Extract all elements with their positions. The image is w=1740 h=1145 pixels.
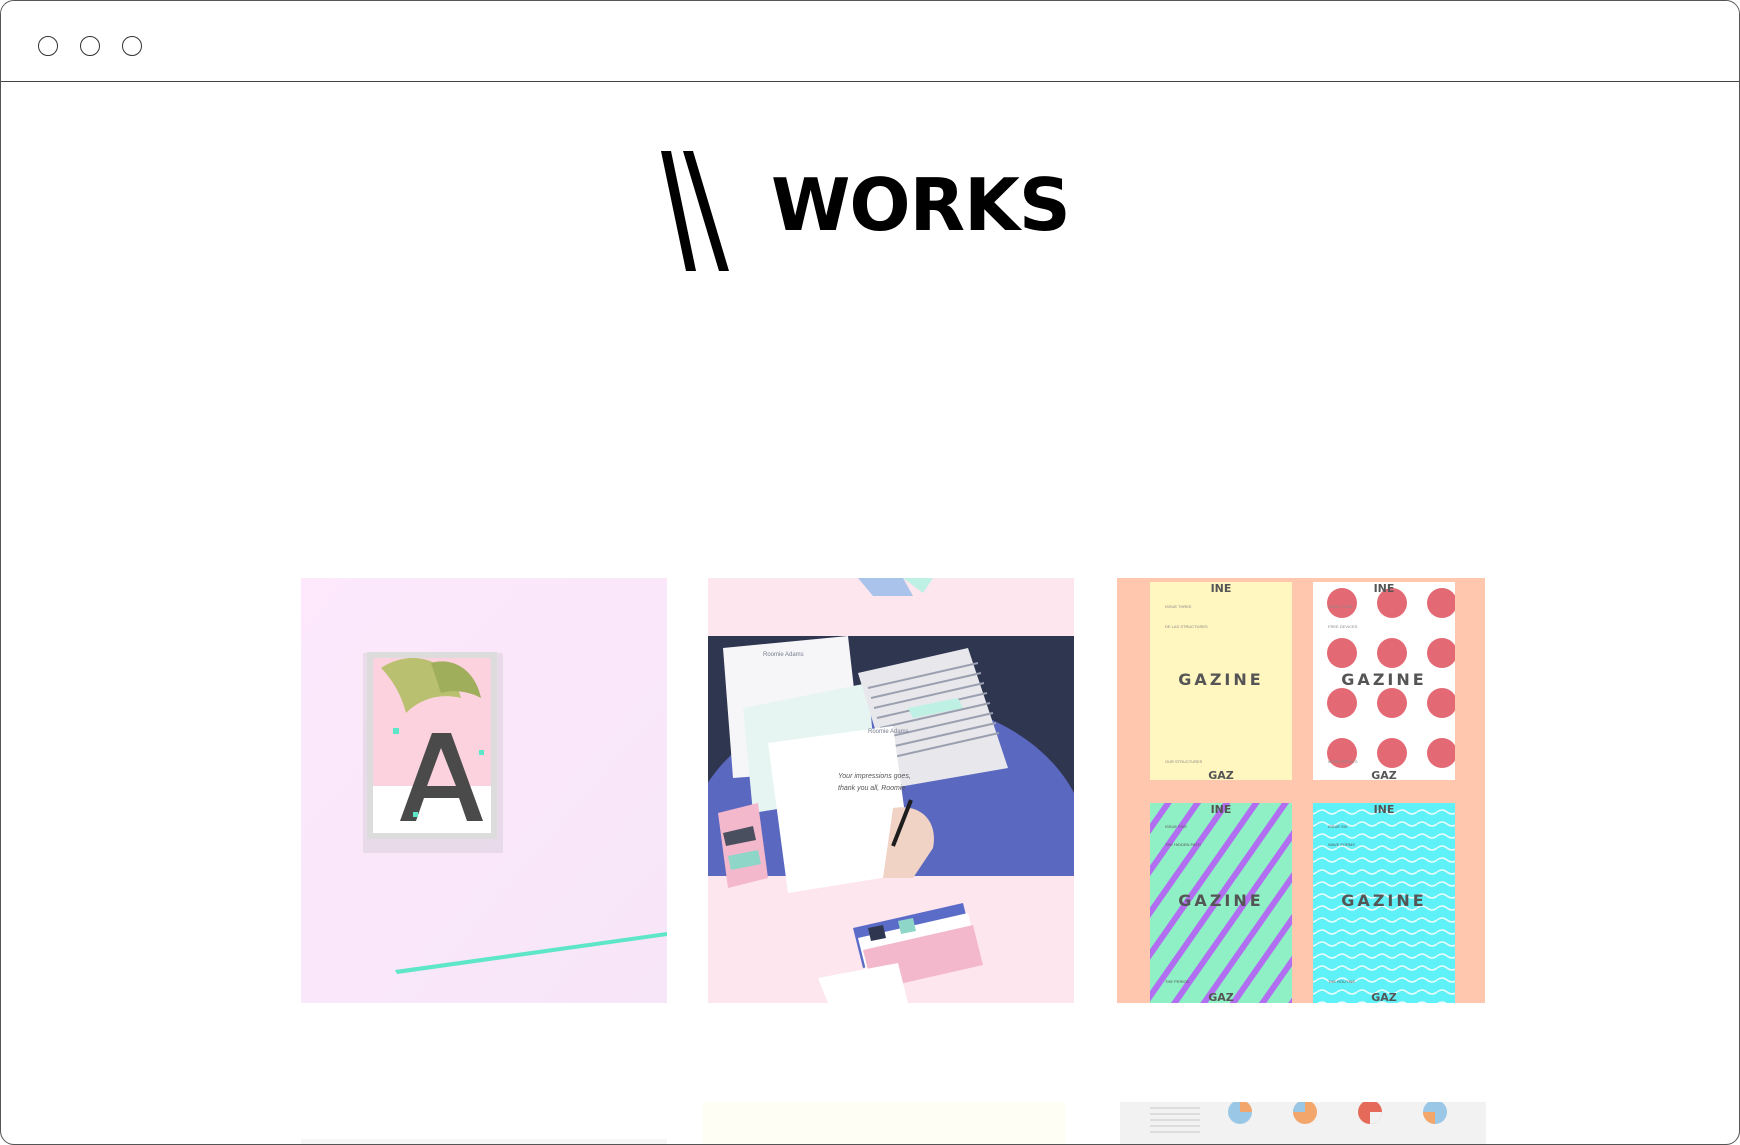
magazine-cover-2-title: GAZINE [1341,670,1426,689]
magazine-cover-1-bottom: GAZ [1208,769,1234,782]
minimize-window-button[interactable] [80,36,100,56]
maximize-window-button[interactable] [122,36,142,56]
stationery-handwriting-1: Your impressions goes, [838,773,911,780]
magazine-cover-4-title: GAZINE [1341,891,1426,910]
magazine-cover-2-line3: MORE DETAILS [1328,759,1358,764]
magazine-cover-3-line1: ISSUE FIVE [1165,824,1187,829]
magazine-cover-2-line2: FREE DEVICES [1328,624,1358,629]
close-window-button[interactable] [38,36,58,56]
window-titlebar [1,1,1739,82]
magazine-cover-4-line1: ISSUE SIX [1328,824,1348,829]
magazine-cover-1-line3: OUR STRUCTURES [1165,759,1203,764]
magazine-cover-1-title: GAZINE [1178,670,1263,689]
portfolio-item-magazine[interactable]: INE ISSUE THREE DE LAS STRUCTURES GAZINE… [1117,578,1485,1003]
magazine-cover-3-line2: THE HIDDEN PATH [1165,842,1201,847]
magazine-cover-4-bottom: GAZ [1371,991,1397,1003]
stationery-card-name-1: Roomie Adams [763,652,804,658]
magazine-cover-4-line3: THE ROUTINE [1328,979,1355,984]
portfolio-item-poster[interactable]: An Brand Identity [301,578,667,1003]
portfolio-item-next-2[interactable] [703,1102,1065,1144]
magazine-cover-3-bottom: GAZ [1208,991,1234,1003]
portfolio-item-next-3[interactable] [1120,1102,1486,1144]
stationery-card-name-2: Roomie Adams [868,729,909,735]
magazine-cover-2-top: INE [1374,582,1395,595]
magazine-cover-4-line2: WAVE FORMS [1328,842,1355,847]
magazine-cover-1-line2: DE LAS STRUCTURES [1165,624,1208,629]
magazine-cover-3-title: GAZINE [1178,891,1263,910]
magazine-cover-2-line1: ISSUE FOUR [1328,604,1353,609]
magazine-cover-2-bottom: GAZ [1371,769,1397,782]
magazine-cover-4-top: INE [1374,803,1395,816]
poster-tiny-caption-1: An [426,800,431,805]
portfolio-item-stationery[interactable]: Roomie Adams Roomie Adams Your impressio… [708,578,1074,1003]
magazine-cover-1-line1: ISSUE THREE [1165,604,1192,609]
poster-tiny-caption-2: Brand Identity [426,806,451,811]
browser-window: WORKS An Brand Identity Roomie Adams Roo… [0,0,1740,1145]
magazine-cover-3-line3: THE PERIOD [1165,979,1190,984]
stationery-handwriting-2: thank you all, Roomie [838,785,905,792]
portfolio-item-next-1[interactable] [301,1139,667,1144]
logo-wordmark[interactable]: WORKS [771,169,1071,241]
magazine-cover-3-top: INE [1211,803,1232,816]
magazine-cover-1-top: INE [1211,582,1232,595]
